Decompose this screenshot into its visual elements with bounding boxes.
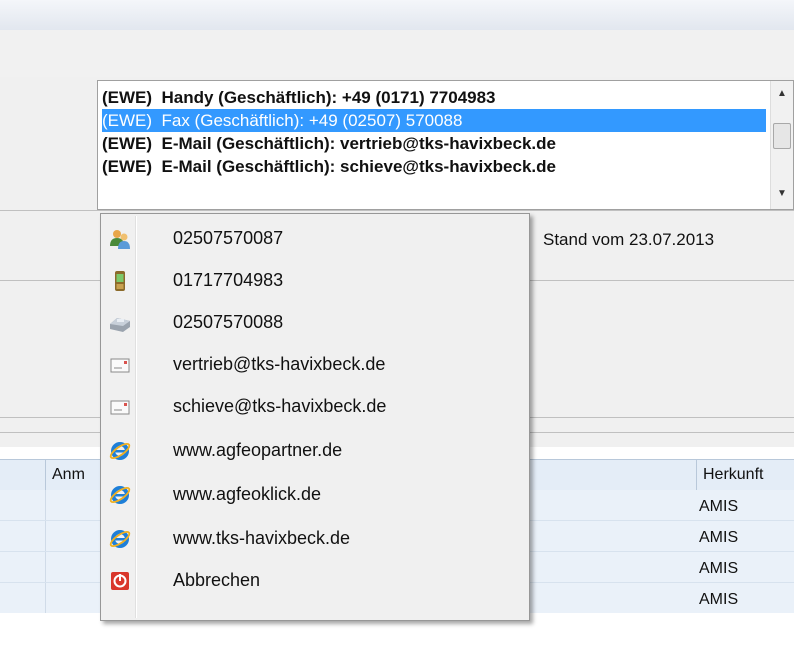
cancel-icon	[109, 570, 131, 592]
menu-item-label: www.tks-havixbeck.de	[173, 528, 351, 548]
herkunft-cell: AMIS	[699, 591, 739, 608]
herkunft-cell: AMIS	[699, 498, 739, 515]
listbox-scrollbar[interactable]: ▲ ▼	[770, 81, 793, 209]
column-header-herkunft[interactable]: Herkunft	[697, 460, 794, 490]
menu-item-label: www.agfeoklick.de	[173, 484, 322, 504]
list-item[interactable]: (EWE) E-Mail (Geschäftlich): schieve@tks…	[102, 155, 556, 178]
menu-item-web-agfeoklick[interactable]: www.agfeoklick.de	[103, 475, 527, 517]
menu-item-label: 01717704983	[173, 270, 284, 290]
menu-item-label: vertrieb@tks-havixbeck.de	[173, 354, 386, 374]
row-lead-cell	[0, 583, 46, 613]
list-item[interactable]: (EWE) E-Mail (Geschäftlich): vertrieb@tk…	[102, 132, 556, 155]
row-lead-cell	[0, 552, 46, 582]
menu-item-label: 02507570088	[173, 312, 284, 332]
context-menu: 02507570087 01717704983 02507570088 vert…	[100, 213, 530, 621]
fax-icon	[109, 312, 131, 334]
menu-item-label: schieve@tks-havixbeck.de	[173, 396, 387, 416]
menu-item-cancel[interactable]: Abbrechen	[103, 561, 527, 603]
menu-item-label: Abbrechen	[173, 570, 261, 590]
menu-item-fax[interactable]: 02507570088	[103, 303, 527, 345]
scroll-thumb[interactable]	[773, 123, 791, 149]
contact-entries-listbox[interactable]: (EWE) Handy (Geschäftlich): +49 (0171) 7…	[97, 80, 794, 210]
menu-item-mobile[interactable]: 01717704983	[103, 261, 527, 303]
internet-explorer-icon	[109, 528, 131, 550]
divider	[0, 210, 794, 211]
menu-item-phone-business[interactable]: 02507570087	[103, 219, 527, 261]
header-cell-lead	[0, 460, 46, 490]
menu-item-email-schieve[interactable]: schieve@tks-havixbeck.de	[103, 387, 527, 429]
scroll-down-icon[interactable]: ▼	[771, 185, 793, 203]
herkunft-cell: AMIS	[699, 529, 739, 546]
row-lead-cell	[0, 521, 46, 551]
menu-item-web-tks[interactable]: www.tks-havixbeck.de	[103, 519, 527, 561]
window-top-strip	[0, 0, 794, 30]
internet-explorer-icon	[109, 484, 131, 506]
row-lead-cell	[0, 490, 46, 520]
scroll-up-icon[interactable]: ▲	[771, 85, 793, 103]
menu-item-label: www.agfeopartner.de	[173, 440, 343, 460]
email-icon	[109, 396, 131, 418]
herkunft-cell: AMIS	[699, 560, 739, 577]
list-item-selected[interactable]: (EWE) Fax (Geschäftlich): +49 (02507) 57…	[102, 109, 766, 132]
contacts-icon	[109, 228, 131, 250]
mobile-phone-icon	[109, 270, 131, 292]
toolbar-area	[0, 30, 794, 78]
menu-item-label: 02507570087	[173, 228, 284, 248]
menu-item-web-agfeopartner[interactable]: www.agfeopartner.de	[103, 431, 527, 473]
email-icon	[109, 354, 131, 376]
menu-item-email-vertrieb[interactable]: vertrieb@tks-havixbeck.de	[103, 345, 527, 387]
internet-explorer-icon	[109, 440, 131, 462]
list-item[interactable]: (EWE) Handy (Geschäftlich): +49 (0171) 7…	[102, 86, 496, 109]
stand-date-label: Stand vom 23.07.2013	[543, 230, 715, 249]
